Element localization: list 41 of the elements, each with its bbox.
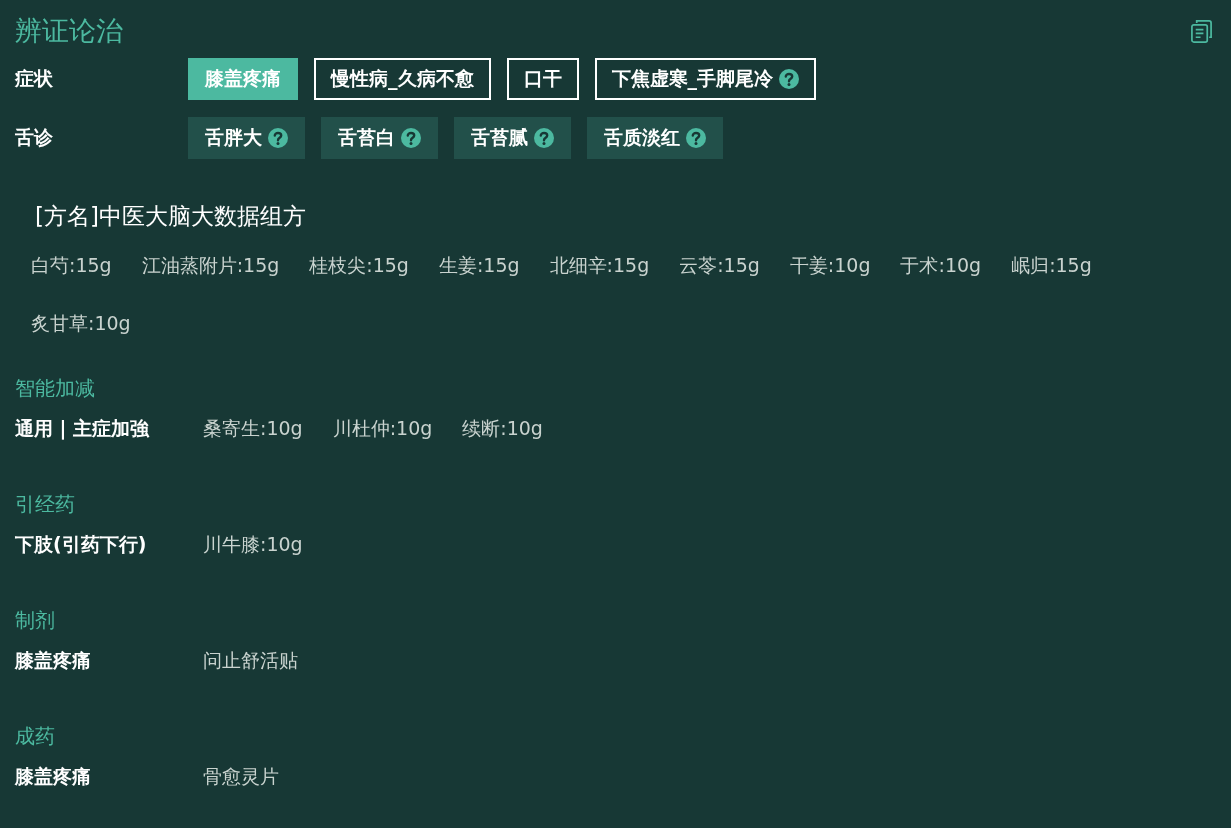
help-icon[interactable] [686, 128, 706, 148]
panel-title: 辨证论治 [15, 14, 123, 48]
herb-dose: 川牛膝:10g [203, 532, 303, 557]
herb-dose: 川杜仲:10g [332, 416, 433, 441]
herb-dose: 骨愈灵片 [203, 764, 279, 789]
herb-dose: 岷归:15g [1011, 253, 1092, 278]
herb-dose: 云苓:15g [679, 253, 760, 278]
symptom-tag[interactable]: 下焦虚寒_手脚尾冷 [594, 58, 816, 100]
prescription-name: [方名]中医大脑大数据组方 [35, 202, 307, 231]
herb-dose: 白芍:15g [31, 253, 112, 278]
help-icon[interactable] [401, 128, 421, 148]
section-heading: 引经药 [15, 491, 76, 518]
tongue-tag[interactable]: 舌苔腻 [454, 117, 571, 159]
herb-dose: 炙甘草:10g [31, 311, 131, 336]
symptom-tag[interactable]: 口干 [506, 58, 579, 100]
tongue-tag[interactable]: 舌胖大 [188, 117, 305, 159]
herb-dose: 桂枝尖:15g [309, 253, 409, 278]
help-icon[interactable] [268, 128, 288, 148]
symptom-tag[interactable]: 慢性病_久病不愈 [314, 58, 491, 100]
herb-dose: 北细辛:15g [549, 253, 650, 278]
tongue-tag[interactable]: 舌苔白 [321, 117, 438, 159]
herb-dose: 江油蒸附片:15g [141, 253, 280, 278]
help-icon[interactable] [534, 128, 554, 148]
help-icon[interactable] [779, 69, 799, 89]
section-heading: 成药 [15, 723, 56, 750]
tongue-tag[interactable]: 舌质淡红 [587, 117, 723, 159]
herb-dose: 生姜:15g [438, 253, 520, 278]
herb-dose: 问止舒活贴 [203, 648, 298, 673]
row-label: 通用 | 主症加強 [15, 416, 151, 442]
section-heading: 智能加减 [15, 375, 96, 402]
herb-dose: 续断:10g [462, 416, 543, 441]
row-label: 舌诊 [15, 125, 54, 150]
section-heading: 制剂 [15, 607, 56, 634]
row-label: 膝盖疼痛 [15, 648, 92, 673]
herb-dose: 干姜:10g [789, 253, 871, 278]
row-label: 下肢(引药下行) [15, 532, 148, 557]
copy-icon[interactable] [1190, 18, 1213, 44]
herb-dose: 桑寄生:10g [203, 416, 303, 441]
herb-dose: 于术:10g [900, 253, 982, 278]
row-label: 症状 [15, 66, 54, 91]
row-label: 膝盖疼痛 [15, 764, 92, 789]
